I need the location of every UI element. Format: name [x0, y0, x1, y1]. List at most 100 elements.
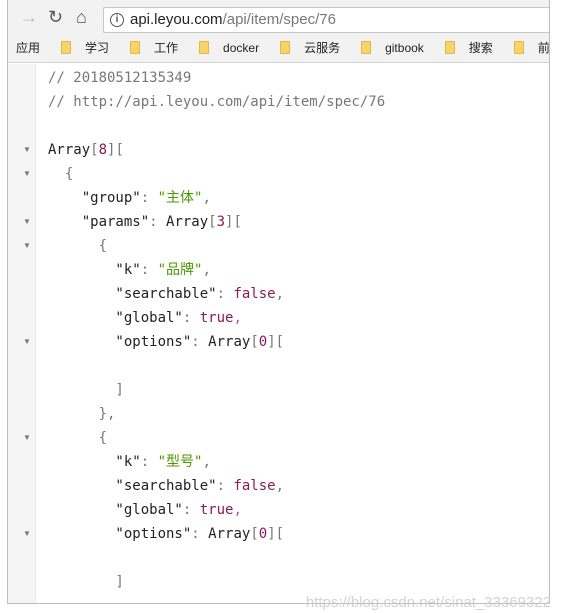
token-punct: { [48, 430, 108, 446]
code-line: { [48, 426, 107, 450]
browser-toolbar: → ↻ ⌂ i api.leyou.com/api/item/spec/76 [8, 0, 549, 33]
token-punct: : [191, 526, 209, 542]
fold-toggle-icon[interactable]: ▼ [23, 210, 31, 234]
fold-toggle-icon[interactable]: ▼ [23, 330, 31, 354]
info-icon[interactable]: i [110, 13, 124, 27]
bookmark-label: 云服务 [304, 41, 341, 55]
token-key: "searchable" [48, 478, 217, 494]
token-num: 0 [258, 526, 268, 542]
code-line: // http://api.leyou.com/api/item/spec/76 [48, 90, 385, 114]
token-key: "group" [48, 190, 141, 206]
bookmark-folder[interactable]: 云服务 [280, 39, 340, 56]
reload-icon[interactable]: ↻ [48, 7, 63, 28]
code-line: "options": Array[0][ [48, 522, 284, 546]
token-punct: : [182, 310, 200, 326]
code-line: ] [48, 378, 123, 402]
token-punct: ][ [267, 334, 285, 350]
token-str: "主体" [157, 190, 203, 206]
bookmark-label: 工作 [154, 41, 179, 55]
token-punct: { [48, 238, 108, 254]
token-key: "global" [48, 310, 183, 326]
token-key: "k" [48, 262, 141, 278]
bookmark-folder[interactable]: gitbook [361, 41, 424, 55]
token-key: "options" [48, 334, 192, 350]
token-punct: , [202, 454, 211, 470]
watermark: https://blog.csdn.net/sinat_33369322 [305, 594, 551, 611]
bookmark-folder[interactable]: 学习 [61, 39, 109, 56]
code-line: { [48, 234, 107, 258]
code-line: "k": "型号", [48, 450, 211, 474]
token-punct: : [140, 454, 158, 470]
bookmark-folder[interactable]: 工作 [130, 39, 178, 56]
token-punct: , [275, 286, 285, 302]
token-punct: ][ [267, 526, 285, 542]
token-type: Array [48, 142, 91, 158]
token-bool: false [233, 286, 276, 302]
bookmark-folder[interactable]: 搜索 [444, 39, 493, 56]
code-line: "k": "品牌", [48, 258, 211, 282]
bookmarks-bar: 应用学习工作docker云服务gitbook搜索前端B [8, 33, 549, 63]
token-key: "global" [48, 502, 183, 518]
token-bool: true [199, 502, 234, 518]
token-key: "options" [48, 526, 192, 542]
url-path: /api/item/spec/76 [222, 11, 336, 28]
fold-toggle-icon[interactable]: ▼ [23, 522, 31, 546]
token-punct: , [275, 478, 285, 494]
folder-icon [61, 41, 72, 54]
token-comment: // http://api.leyou.com/api/item/spec/76 [48, 94, 386, 110]
token-bool: true [199, 310, 234, 326]
token-punct: , [202, 190, 211, 206]
token-type: Array [208, 526, 251, 542]
folder-icon [280, 41, 291, 54]
folder-icon [361, 41, 372, 54]
token-punct: , [233, 310, 242, 326]
token-type: Array [208, 334, 251, 350]
folder-icon [130, 41, 141, 54]
token-punct: ][ [225, 214, 242, 230]
code-line: ] [48, 570, 123, 594]
token-punct: }, [48, 406, 116, 422]
bookmark-label: gitbook [385, 40, 424, 55]
fold-toggle-icon[interactable]: ▼ [23, 138, 31, 162]
folder-icon [444, 41, 455, 54]
token-punct: [ [250, 334, 259, 350]
token-punct: : [216, 478, 234, 494]
bookmark-label: 前端 [537, 41, 550, 55]
bookmark-folder[interactable]: 前端 [513, 39, 550, 56]
code-line: }, [48, 402, 116, 426]
fold-toggle-icon[interactable]: ▼ [23, 162, 31, 186]
token-str: "型号" [157, 454, 203, 470]
code-line: "global": true, [48, 498, 242, 522]
token-punct: , [202, 262, 211, 278]
token-comment: // 20180512135349 [48, 70, 192, 86]
code-line: "params": Array[3][ [48, 210, 242, 234]
token-punct: : [191, 334, 209, 350]
code-line: "global": true, [48, 306, 242, 330]
bookmark-label: 搜索 [468, 41, 493, 55]
bookmark-label: 学习 [85, 41, 110, 55]
token-punct: : [216, 286, 234, 302]
line-gutter [8, 64, 36, 603]
bookmark-apps[interactable]: 应用 [16, 39, 40, 56]
fold-toggle-icon[interactable]: ▼ [23, 426, 31, 450]
token-punct: [ [90, 142, 99, 158]
home-icon[interactable]: ⌂ [76, 7, 87, 28]
token-punct: [ [208, 214, 217, 230]
code-line: // 20180512135349 [48, 66, 191, 90]
fold-toggle-icon[interactable]: ▼ [23, 234, 31, 258]
token-num: 0 [258, 334, 268, 350]
token-punct: : [140, 262, 158, 278]
folder-icon [513, 41, 524, 54]
browser-window: → ↻ ⌂ i api.leyou.com/api/item/spec/76 应… [7, 0, 550, 604]
bookmark-folder[interactable]: docker [199, 41, 259, 55]
token-bool: false [233, 478, 276, 494]
address-bar[interactable]: i api.leyou.com/api/item/spec/76 [103, 7, 549, 33]
token-punct: [ [250, 526, 259, 542]
token-str: "品牌" [157, 262, 203, 278]
code-line: "options": Array[0][ [48, 330, 284, 354]
forward-arrow-icon[interactable]: → [20, 7, 38, 28]
bookmark-label: 应用 [16, 41, 41, 55]
token-punct: , [233, 502, 242, 518]
token-key: "k" [48, 454, 141, 470]
token-punct: : [182, 502, 200, 518]
